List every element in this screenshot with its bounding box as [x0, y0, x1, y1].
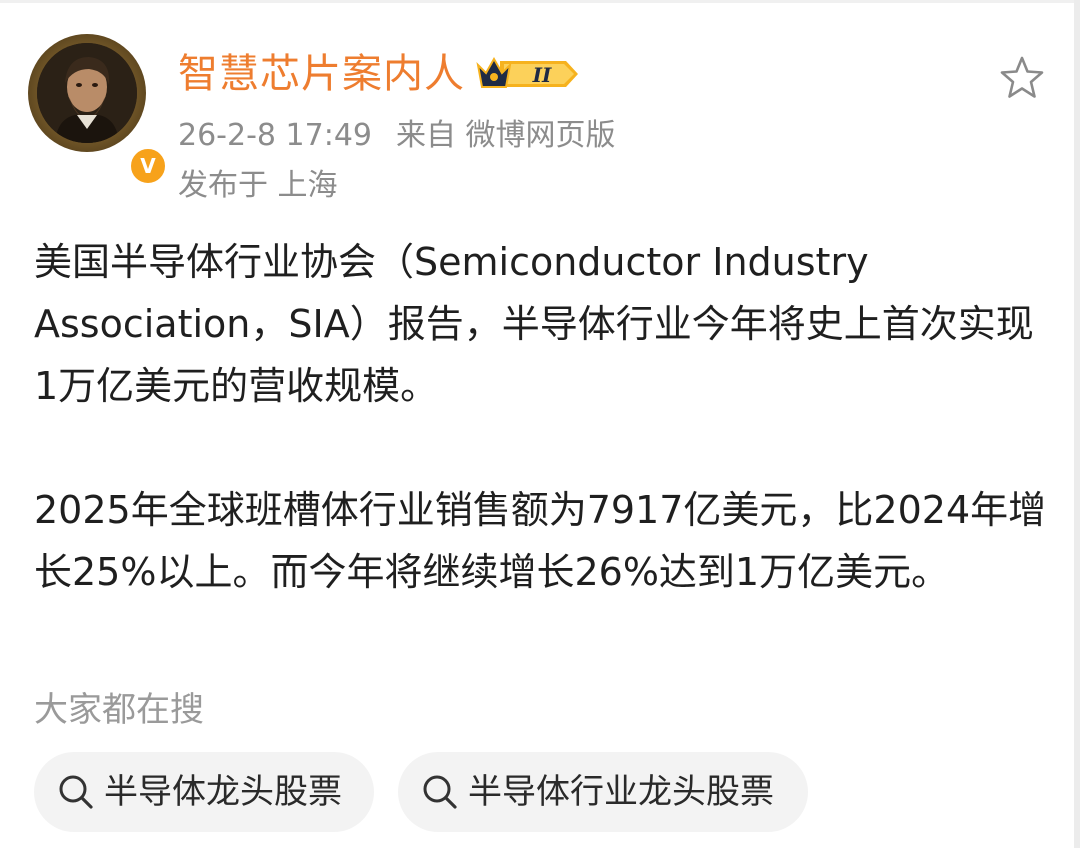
search-chip[interactable]: 半导体龙头股票 — [34, 752, 374, 832]
post-meta: 26-2-8 17:49 来自 微博网页版 — [178, 116, 616, 156]
top-divider — [0, 0, 1080, 3]
search-icon — [59, 775, 93, 809]
verified-badge-icon: V — [128, 146, 168, 186]
trending-search-title: 大家都在搜 — [34, 690, 204, 730]
star-outline-icon — [1000, 56, 1044, 98]
post-time[interactable]: 26-2-8 17:49 — [178, 118, 372, 153]
crown-level-badge-icon[interactable]: II — [474, 51, 582, 97]
post-source: 来自 微博网页版 — [396, 118, 616, 153]
scrollbar-track[interactable] — [1074, 0, 1080, 848]
author-avatar[interactable]: V — [28, 34, 168, 186]
post-content: 美国半导体行业协会（Semiconductor Industry Associa… — [34, 231, 1050, 603]
avatar-photo — [37, 43, 137, 143]
search-chip-label: 半导体龙头股票 — [104, 772, 342, 812]
level-number: II — [532, 63, 552, 87]
post-location: 发布于 上海 — [178, 168, 338, 203]
post-paragraph: 2025年全球班槽体行业销售额为7917亿美元，比2024年增长25%以上。而今… — [34, 488, 1047, 594]
post-paragraph: 美国半导体行业协会（Semiconductor Industry Associa… — [34, 240, 1034, 408]
weibo-post-page: V 智慧芯片案内人 II 26-2-8 17:49 来自 微博网页版 发布于 上海… — [0, 0, 1080, 848]
favorite-star-button[interactable] — [998, 54, 1046, 102]
portrait-image — [37, 43, 137, 143]
search-icon — [423, 775, 457, 809]
search-chip-label: 半导体行业龙头股票 — [468, 772, 774, 812]
search-chip[interactable]: 半导体行业龙头股票 — [398, 752, 808, 832]
author-name[interactable]: 智慧芯片案内人 — [178, 48, 465, 100]
